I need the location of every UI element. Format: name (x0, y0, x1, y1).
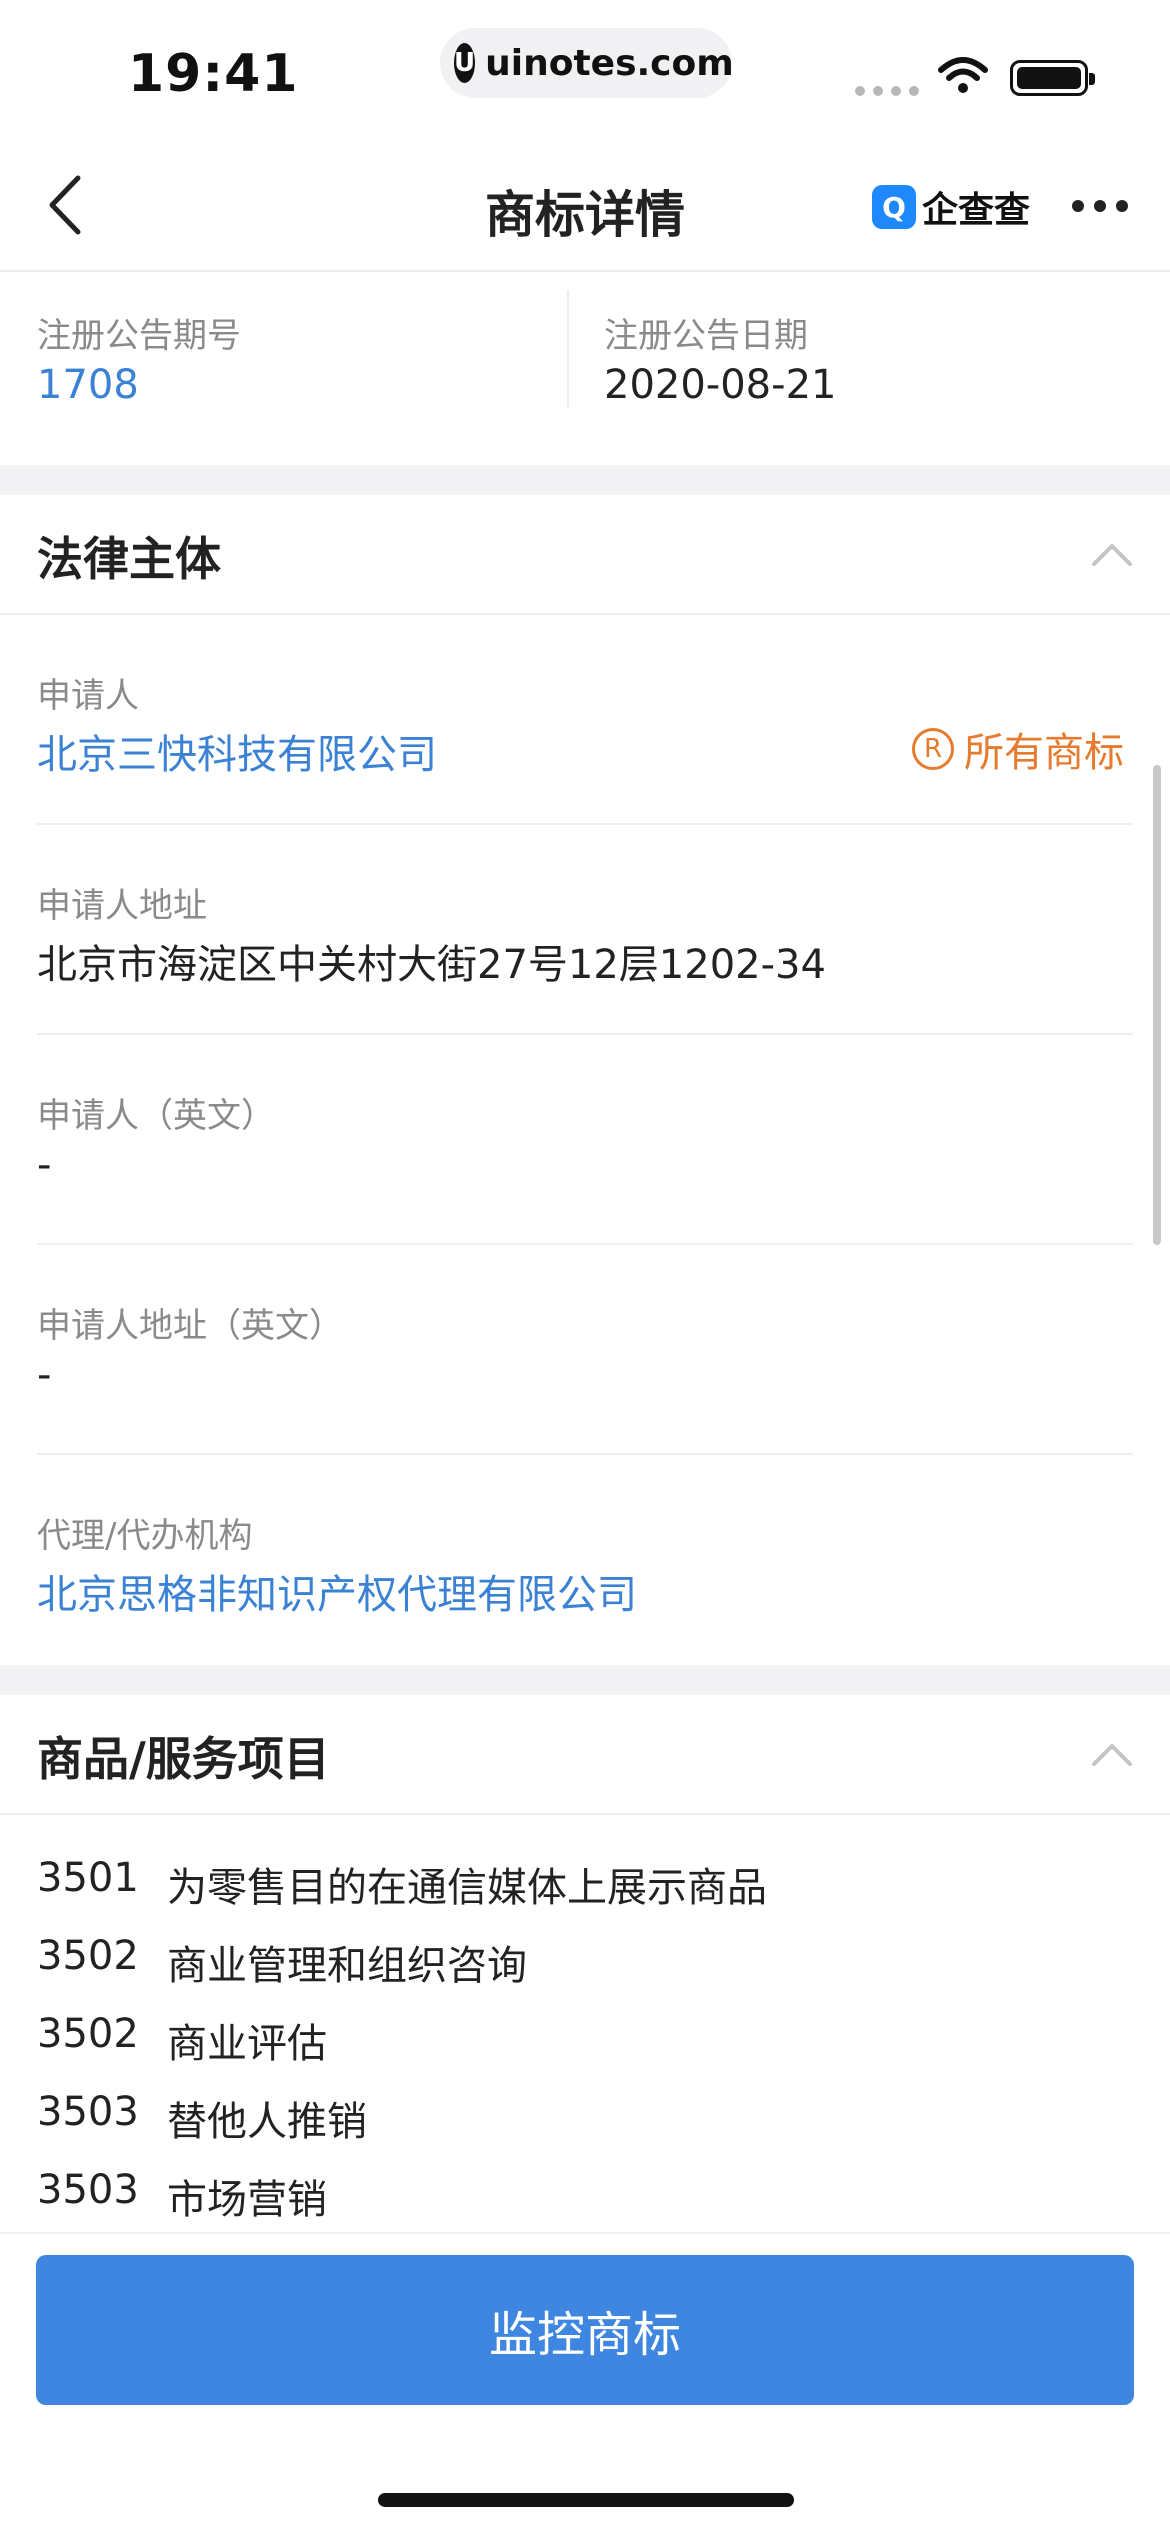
goods-code: 3501 (37, 1855, 139, 1901)
divider (37, 823, 1133, 825)
goods-name: 市场营销 (167, 2177, 327, 2223)
cellular-signal-icon (855, 86, 919, 96)
list-item: 3502 商业管理和组织咨询 (37, 1933, 527, 1991)
goods-name: 为零售目的在通信媒体上展示商品 (167, 1865, 767, 1911)
more-icon[interactable] (1072, 200, 1128, 212)
section-gap (0, 465, 1170, 495)
date-value: 2020-08-21 (604, 362, 837, 408)
agency-link[interactable]: 北京思格非知识产权代理有限公司 (37, 1562, 637, 1620)
home-indicator (378, 2493, 794, 2507)
address-value: 北京市海淀区中关村大街27号12层1202-34 (37, 942, 826, 988)
goods-code: 3502 (37, 2011, 139, 2057)
address-en-value: - (37, 1352, 52, 1398)
address-label: 申请人地址 (37, 886, 207, 926)
address-en-label: 申请人地址（英文） (37, 1306, 343, 1346)
list-item: 3503 市场营销 (37, 2167, 327, 2225)
legal-section-title: 法律主体 (37, 532, 221, 586)
status-time: 19:41 (128, 44, 299, 104)
goods-code: 3503 (37, 2089, 139, 2135)
date-label: 注册公告日期 (604, 316, 808, 356)
chevron-up-icon[interactable] (1090, 1740, 1134, 1768)
goods-code: 3503 (37, 2167, 139, 2213)
site-logo-icon: U (454, 43, 476, 83)
applicant-en-label: 申请人（英文） (37, 1096, 275, 1136)
divider (0, 613, 1170, 615)
battery-icon (1010, 60, 1095, 96)
divider (37, 1243, 1133, 1245)
list-item: 3503 替他人推销 (37, 2089, 367, 2147)
goods-name: 商业管理和组织咨询 (167, 1943, 527, 1989)
applicant-label: 申请人 (37, 676, 139, 716)
section-gap (0, 1665, 1170, 1695)
applicant-link[interactable]: 北京三快科技有限公司 (37, 722, 437, 780)
registered-icon: R (912, 728, 954, 770)
wifi-icon (938, 57, 988, 93)
goods-code: 3502 (37, 1933, 139, 1979)
divider (0, 1813, 1170, 1815)
agency-label: 代理/代办机构 (37, 1516, 253, 1556)
goods-name: 替他人推销 (167, 2099, 367, 2145)
all-trademarks-label: 所有商标 (964, 730, 1124, 776)
nav-divider (0, 270, 1170, 272)
brand-logo: Q 企查查 (872, 182, 1030, 232)
url-pill[interactable]: U uinotes.com (440, 28, 734, 98)
list-item: 3501 为零售目的在通信媒体上展示商品 (37, 1855, 767, 1913)
brand-name: 企查查 (922, 190, 1031, 231)
issue-value[interactable]: 1708 (37, 362, 139, 408)
monitor-trademark-button[interactable]: 监控商标 (36, 2255, 1134, 2405)
goods-name: 商业评估 (167, 2021, 327, 2067)
brand-logo-icon: Q (872, 185, 916, 229)
goods-section-title: 商品/服务项目 (37, 1732, 330, 1786)
chevron-up-icon[interactable] (1090, 540, 1134, 568)
divider (37, 1453, 1133, 1455)
all-trademarks-link[interactable]: R 所有商标 (912, 720, 1124, 778)
url-text: uinotes.com (485, 42, 734, 84)
applicant-en-value: - (37, 1142, 52, 1188)
list-item: 3502 商业评估 (37, 2011, 327, 2069)
issue-label: 注册公告期号 (37, 316, 241, 356)
divider (37, 1033, 1133, 1035)
column-divider (567, 290, 569, 408)
scrollbar[interactable] (1153, 765, 1161, 1245)
